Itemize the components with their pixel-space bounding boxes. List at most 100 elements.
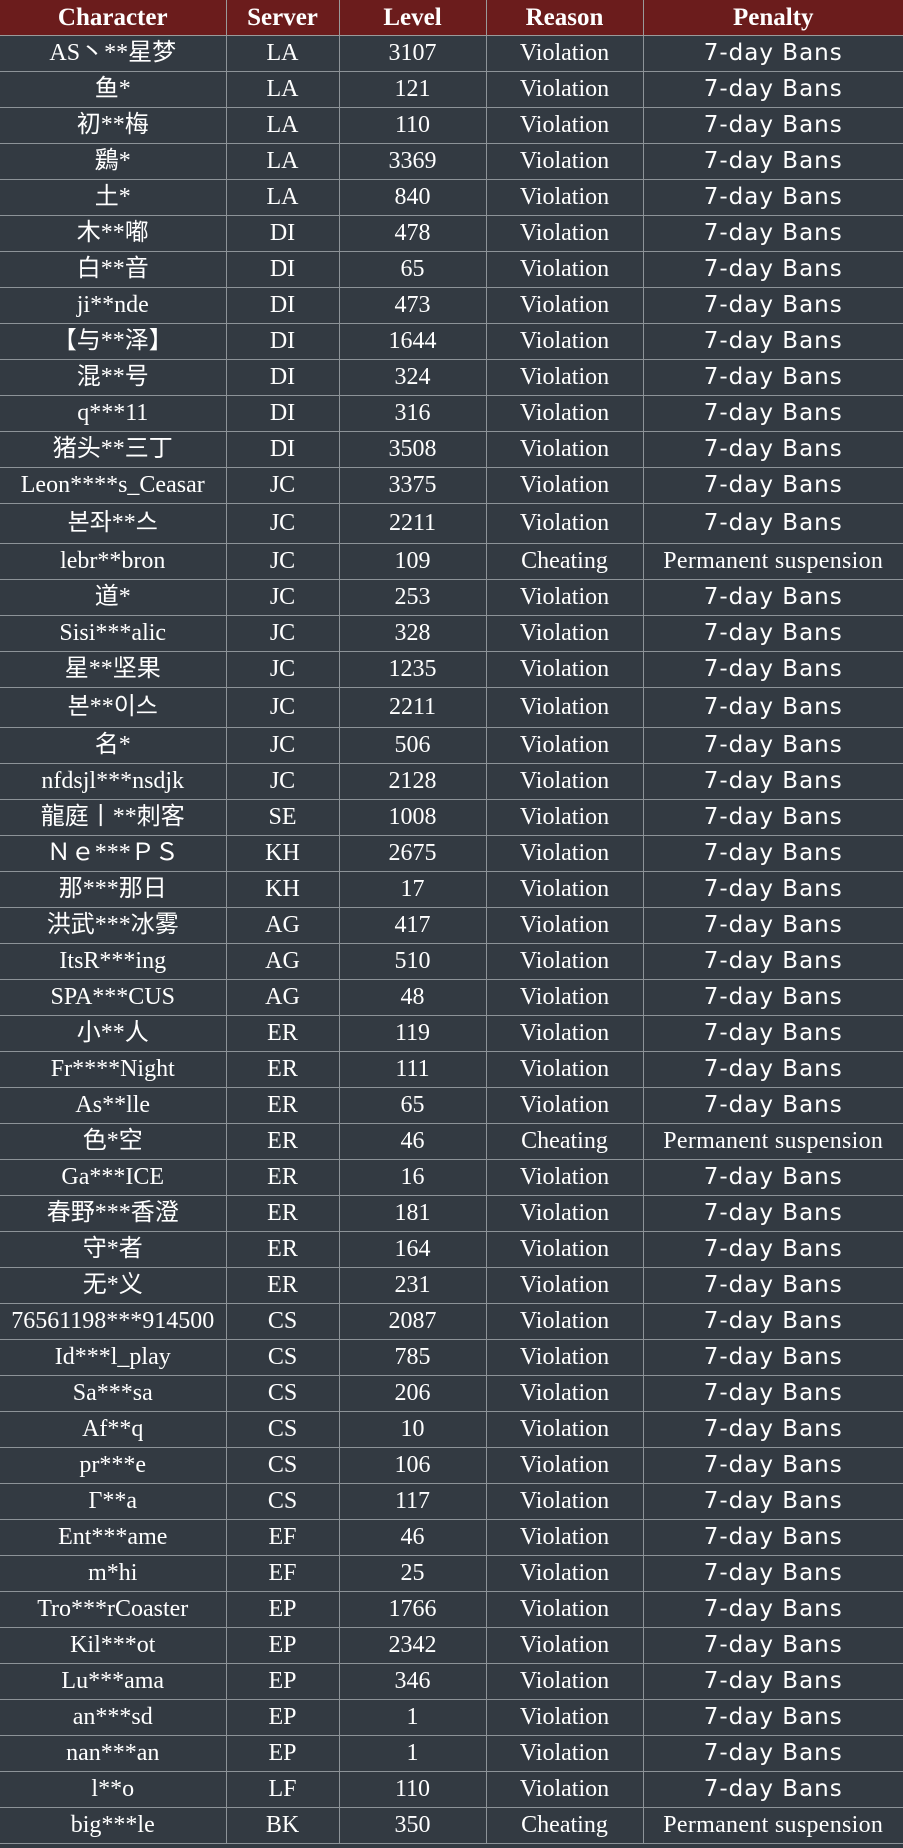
header-character: Character bbox=[0, 0, 227, 36]
cell-server: ER bbox=[225, 1051, 340, 1088]
cell-penalty: 7-day Bans bbox=[642, 835, 903, 872]
table-row: 龍庭丨**刺客 SE 1008 Violation 7-day Bans bbox=[0, 799, 903, 836]
cell-character: 76561198***914500 bbox=[0, 1303, 227, 1340]
cell-penalty: 7-day Bans bbox=[642, 615, 903, 652]
cell-character: pr***e bbox=[0, 1447, 227, 1484]
cell-server: EF bbox=[225, 1555, 340, 1592]
cell-penalty: 7-day Bans bbox=[642, 907, 903, 944]
cell-character: m*hi bbox=[0, 1555, 227, 1592]
cell-server: LA bbox=[225, 35, 340, 72]
cell-character: nan***an bbox=[0, 1735, 227, 1772]
cell-server: ER bbox=[225, 1159, 340, 1196]
cell-level: 111 bbox=[338, 1051, 487, 1088]
cell-level: 164 bbox=[338, 1231, 487, 1268]
cell-character: 那***那日 bbox=[0, 871, 227, 908]
cell-level: 478 bbox=[338, 215, 487, 252]
cell-level: 346 bbox=[338, 1663, 487, 1700]
table-row: AS丶**星梦 LA 3107 Violation 7-day Bans bbox=[0, 35, 903, 72]
cell-character: 名* bbox=[0, 727, 227, 764]
cell-level: 46 bbox=[338, 1123, 487, 1160]
table-body: AS丶**星梦 LA 3107 Violation 7-day Bans 鱼* LA 121 V… bbox=[0, 35, 903, 1844]
header-level: Level bbox=[338, 0, 487, 36]
table-row: Ｎｅ***ＰＳ KH 2675 Violation 7-day Bans bbox=[0, 835, 903, 872]
cell-level: 181 bbox=[338, 1195, 487, 1232]
cell-character: 본좌**스 bbox=[0, 503, 227, 544]
cell-reason: Violation bbox=[485, 287, 644, 324]
cell-reason: Violation bbox=[485, 215, 644, 252]
cell-character: nfdsjl***nsdjk bbox=[0, 763, 227, 800]
cell-level: 2128 bbox=[338, 763, 487, 800]
cell-level: 1644 bbox=[338, 323, 487, 360]
cell-level: 3107 bbox=[338, 35, 487, 72]
table-row: As**lle ER 65 Violation 7-day Bans bbox=[0, 1087, 903, 1124]
table-header: Character Server Level Reason Penalty bbox=[0, 0, 903, 36]
cell-reason: Violation bbox=[485, 727, 644, 764]
cell-level: 16 bbox=[338, 1159, 487, 1196]
cell-server: DI bbox=[225, 287, 340, 324]
cell-penalty: 7-day Bans bbox=[642, 1519, 903, 1556]
cell-penalty: 7-day Bans bbox=[642, 687, 903, 728]
cell-penalty: 7-day Bans bbox=[642, 1051, 903, 1088]
table-row: 初**梅 LA 110 Violation 7-day Bans bbox=[0, 107, 903, 144]
cell-character: ji**nde bbox=[0, 287, 227, 324]
cell-reason: Violation bbox=[485, 107, 644, 144]
cell-penalty: 7-day Bans bbox=[642, 107, 903, 144]
cell-character: Leon****s_Ceasar bbox=[0, 467, 227, 504]
cell-level: 110 bbox=[338, 107, 487, 144]
cell-penalty: 7-day Bans bbox=[642, 1087, 903, 1124]
table-row: 洪武***冰雾 AG 417 Violation 7-day Bans bbox=[0, 907, 903, 944]
cell-server: SE bbox=[225, 799, 340, 836]
cell-server: LA bbox=[225, 71, 340, 108]
cell-character: 星**坚果 bbox=[0, 651, 227, 688]
cell-level: 65 bbox=[338, 251, 487, 288]
cell-reason: Violation bbox=[485, 1375, 644, 1412]
cell-server: DI bbox=[225, 359, 340, 396]
table-row: Sisi***alic JC 328 Violation 7-day Bans bbox=[0, 615, 903, 652]
cell-reason: Violation bbox=[485, 1771, 644, 1808]
cell-level: 48 bbox=[338, 979, 487, 1016]
cell-character: an***sd bbox=[0, 1699, 227, 1736]
cell-level: 25 bbox=[338, 1555, 487, 1592]
cell-penalty: 7-day Bans bbox=[642, 179, 903, 216]
table-row: Fr****Night ER 111 Violation 7-day Bans bbox=[0, 1051, 903, 1088]
cell-reason: Violation bbox=[485, 1627, 644, 1664]
cell-server: CS bbox=[225, 1375, 340, 1412]
cell-character: Ｎｅ***ＰＳ bbox=[0, 835, 227, 872]
table-row: Id***l_play CS 785 Violation 7-day Bans bbox=[0, 1339, 903, 1376]
cell-penalty: 7-day Bans bbox=[642, 979, 903, 1016]
cell-character: 【与**泽】 bbox=[0, 323, 227, 360]
cell-server: ER bbox=[225, 1231, 340, 1268]
cell-server: JC bbox=[225, 579, 340, 616]
cell-level: 121 bbox=[338, 71, 487, 108]
ban-list-table: Character Server Level Reason Penalty AS… bbox=[0, 0, 903, 1844]
cell-server: LA bbox=[225, 107, 340, 144]
cell-reason: Cheating bbox=[485, 1123, 644, 1160]
cell-character: 木**嘟 bbox=[0, 215, 227, 252]
cell-reason: Violation bbox=[485, 615, 644, 652]
cell-server: ER bbox=[225, 1267, 340, 1304]
cell-character: Lu***ama bbox=[0, 1663, 227, 1700]
cell-server: EP bbox=[225, 1591, 340, 1628]
cell-reason: Violation bbox=[485, 1303, 644, 1340]
cell-reason: Violation bbox=[485, 1483, 644, 1520]
cell-character: Id***l_play bbox=[0, 1339, 227, 1376]
cell-penalty: 7-day Bans bbox=[642, 1195, 903, 1232]
cell-character: 道* bbox=[0, 579, 227, 616]
table-row: 76561198***914500 CS 2087 Violation 7-day Ba… bbox=[0, 1303, 903, 1340]
cell-penalty: 7-day Bans bbox=[642, 1231, 903, 1268]
cell-penalty: 7-day Bans bbox=[642, 35, 903, 72]
cell-level: 2087 bbox=[338, 1303, 487, 1340]
cell-character: 洪武***冰雾 bbox=[0, 907, 227, 944]
cell-character: SPA***CUS bbox=[0, 979, 227, 1016]
cell-character: 猪头**三丁 bbox=[0, 431, 227, 468]
cell-level: 1008 bbox=[338, 799, 487, 836]
cell-reason: Violation bbox=[485, 651, 644, 688]
cell-reason: Violation bbox=[485, 1231, 644, 1268]
cell-server: JC bbox=[225, 503, 340, 544]
table-row: Af**q CS 10 Violation 7-day Bans bbox=[0, 1411, 903, 1448]
cell-server: DI bbox=[225, 431, 340, 468]
cell-reason: Violation bbox=[485, 835, 644, 872]
cell-server: EP bbox=[225, 1627, 340, 1664]
table-row: 본좌**스 JC 2211 Violation 7-day Bans bbox=[0, 503, 903, 544]
table-row: l**o LF 110 Violation 7-day Bans bbox=[0, 1771, 903, 1808]
